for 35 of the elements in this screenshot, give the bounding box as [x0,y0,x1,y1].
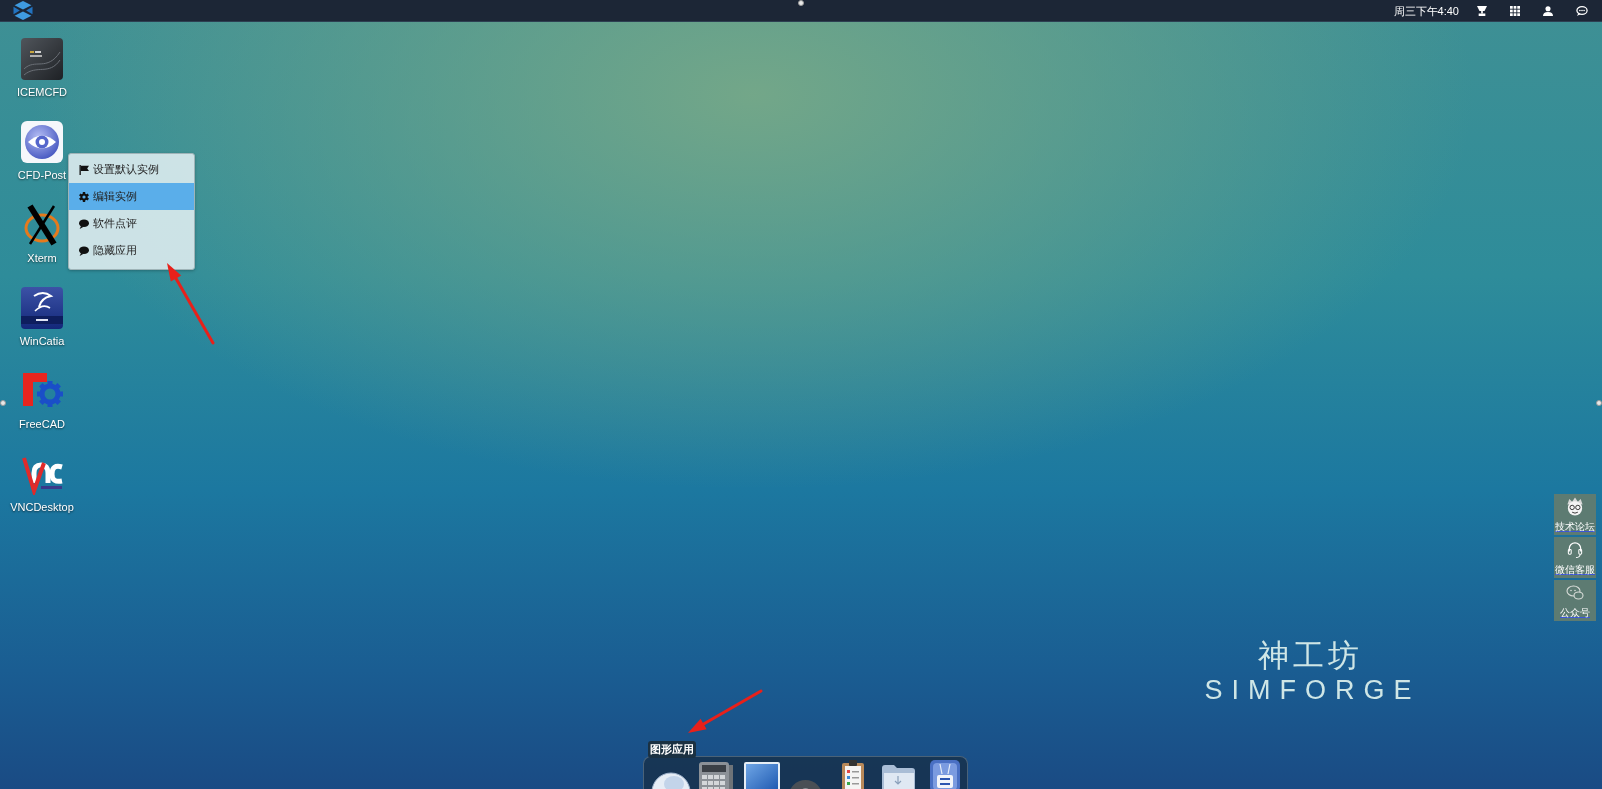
resize-handle-icon[interactable] [798,0,804,6]
trophy-icon[interactable] [1477,5,1487,16]
grid-icon[interactable] [1510,5,1520,16]
dark-tile-icon [21,38,63,80]
tooltip: 图形应用 [648,741,696,758]
comment-icon [79,245,89,256]
side-link-button[interactable]: 技术论坛 [1554,494,1596,535]
clock-text: 周三下午4:40 [1393,3,1459,18]
chat-bubbles-icon [1566,583,1584,602]
desktop-shortcut[interactable]: FreeCAD [0,370,84,431]
cube-logo-icon[interactable] [13,1,33,20]
menu-item[interactable]: 编辑实例 [69,183,194,210]
side-link-button[interactable]: 公众号 [1554,580,1596,621]
calculator-icon[interactable] [698,761,733,789]
headset-icon [1566,540,1584,559]
gear-icon [79,191,89,202]
desktop-shortcut[interactable]: VNCDesktop [0,453,84,514]
monitor-icon[interactable] [743,761,781,789]
desktop-shortcut[interactable]: WinCatia [0,287,84,348]
comment-icon [79,218,89,229]
desktop-shortcut[interactable]: ICEMCFD [0,38,84,99]
swoosh-tile-icon [21,287,63,329]
resize-handle-icon[interactable] [0,400,6,406]
jar-icon[interactable] [928,760,962,789]
logo-title: 神工坊 [1256,638,1363,674]
chat-bubble-icon[interactable] [1576,5,1588,16]
resize-handle-icon[interactable] [1596,400,1602,406]
clipboard-icon[interactable] [841,760,865,789]
side-link-button[interactable]: 微信客服 [1554,537,1596,578]
logo-wordmark: SIMFORGE [1203,676,1421,704]
mascot-icon [1566,497,1584,516]
folder-icon[interactable] [881,764,916,789]
eye-icon [21,121,63,163]
user-icon[interactable] [1543,5,1553,16]
flag-icon [79,164,89,175]
